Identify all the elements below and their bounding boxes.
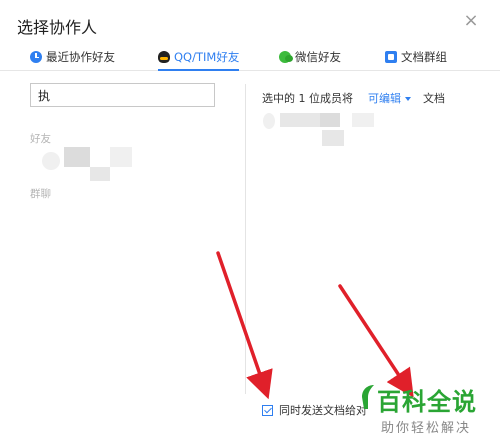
avatar	[42, 152, 60, 170]
send-doc-option[interactable]: 同时发送文档给对	[262, 402, 367, 418]
selected-suffix-text: 文档	[423, 92, 445, 105]
redacted-name	[90, 167, 110, 181]
checkbox[interactable]	[262, 404, 273, 416]
tab-label: QQ/TIM好友	[174, 50, 240, 64]
watermark-subtitle: 助你轻松解决	[381, 421, 472, 436]
doc-group-icon	[385, 51, 397, 63]
close-icon[interactable]: ×	[460, 10, 482, 32]
permission-label: 可编辑	[368, 92, 401, 105]
redacted-name	[64, 147, 90, 167]
send-doc-label: 同时发送文档给对	[279, 404, 367, 417]
tab-label: 微信好友	[295, 50, 341, 64]
selected-count-text: 选中的 1 位成员将	[262, 92, 353, 105]
redacted-name	[352, 113, 374, 127]
avatar	[263, 113, 275, 129]
wechat-icon	[279, 51, 293, 63]
tab-label: 文档群组	[401, 50, 447, 64]
search-input[interactable]	[30, 83, 215, 107]
watermark: 百科全说 助你轻松解决	[360, 380, 500, 447]
tab-doc-groups[interactable]: 文档群组	[385, 46, 447, 68]
tab-recent[interactable]: 最近协作好友	[30, 46, 115, 68]
tab-wechat[interactable]: 微信好友	[279, 46, 341, 68]
redacted-name	[110, 147, 132, 167]
watermark-title: 百科全说	[377, 388, 477, 416]
tab-qq-tim[interactable]: QQ/TIM好友	[158, 46, 240, 71]
permission-dropdown[interactable]: 可编辑	[368, 90, 411, 106]
redacted-name	[320, 113, 340, 127]
clock-icon	[30, 51, 42, 63]
watermark-logo-icon	[362, 385, 374, 409]
tab-bar: 最近协作好友 QQ/TIM好友 微信好友 文档群组	[0, 44, 500, 71]
redacted-name	[280, 113, 320, 127]
panel-divider	[245, 84, 246, 394]
chevron-down-icon	[405, 97, 411, 101]
section-groups-label: 群聊	[30, 188, 51, 200]
redacted-name	[322, 130, 344, 146]
qq-icon	[158, 51, 170, 63]
dialog-title: 选择协作人	[17, 18, 98, 37]
tab-label: 最近协作好友	[46, 50, 115, 64]
section-friends-label: 好友	[30, 133, 51, 145]
